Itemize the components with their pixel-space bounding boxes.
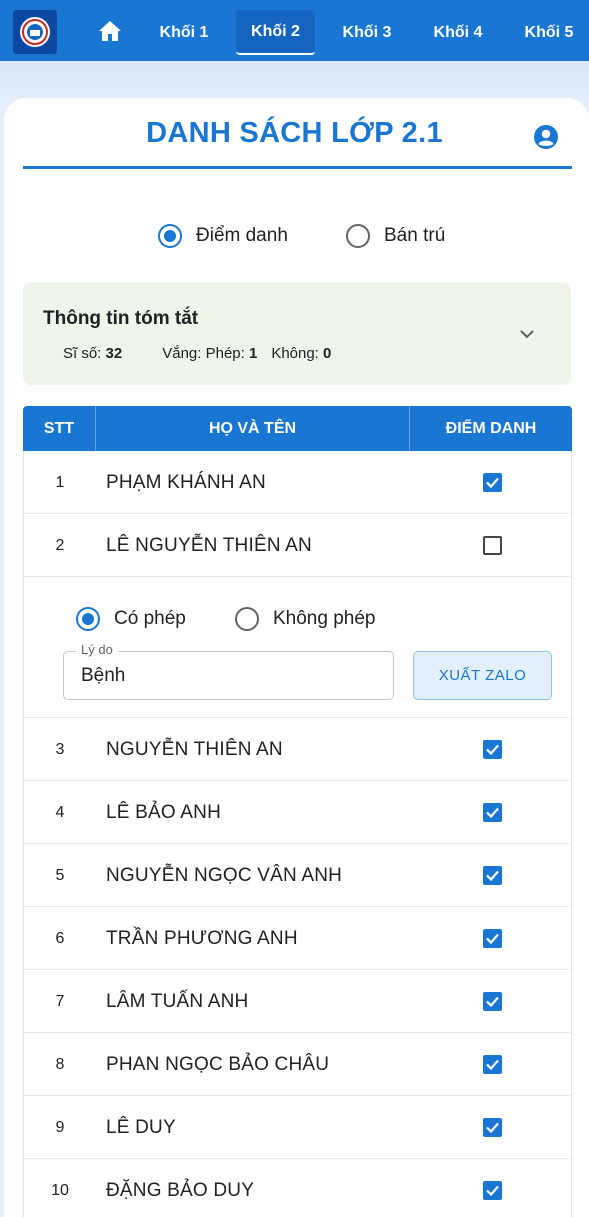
- radio-unselected-icon: [235, 607, 259, 631]
- radio-selected-icon: [158, 224, 182, 248]
- si-so-label: Sĩ số:: [63, 345, 102, 362]
- row-stt: 9: [55, 1118, 65, 1136]
- table-row: 8 PHAN NGỌC BẢO CHÂU: [24, 1033, 571, 1096]
- checkbox-checked-icon[interactable]: [483, 1118, 502, 1137]
- reason-label: Lý do: [76, 642, 118, 657]
- export-zalo-button[interactable]: XUẤT ZALO: [413, 651, 552, 700]
- row-student-name: NGUYỄN THIÊN AN: [106, 738, 283, 760]
- table-row: 5 NGUYỄN NGỌC VÂN ANH: [24, 844, 571, 907]
- tab-khoi-1[interactable]: Khối 1: [147, 10, 221, 55]
- radio-label: Có phép: [114, 608, 186, 629]
- checkbox-checked-icon[interactable]: [483, 740, 502, 759]
- row-stt: 5: [55, 866, 65, 884]
- phep-label: Phép:: [205, 345, 245, 362]
- radio-khong-phep[interactable]: Không phép: [235, 607, 376, 631]
- radio-co-phep[interactable]: Có phép: [76, 607, 186, 631]
- table-row: 7 LÂM TUẤN ANH: [24, 970, 571, 1033]
- row-stt: 8: [55, 1055, 65, 1073]
- row-stt: 6: [55, 929, 65, 947]
- checkbox-checked-icon[interactable]: [483, 866, 502, 885]
- checkbox-checked-icon[interactable]: [483, 803, 502, 822]
- checkbox-checked-icon[interactable]: [483, 1181, 502, 1200]
- radio-label: Không phép: [273, 608, 376, 629]
- school-logo-icon[interactable]: [13, 10, 57, 54]
- row-stt: 3: [55, 740, 65, 758]
- row-student-name: LÊ DUY: [106, 1116, 176, 1138]
- table-row: 10 ĐẶNG BẢO DUY: [24, 1159, 571, 1217]
- radio-label: Điểm danh: [196, 225, 288, 246]
- table-row: 1 PHẠM KHÁNH AN: [24, 451, 571, 514]
- absence-panel: Có phép Không phép Lý do Bệnh XUẤT ZALO: [24, 577, 571, 718]
- row-student-name: LÊ BẢO ANH: [106, 801, 221, 823]
- reason-value: Bệnh: [81, 665, 126, 686]
- phep-value: 1: [248, 345, 258, 362]
- row-student-name: LÊ NGUYỄN THIÊN AN: [106, 534, 312, 556]
- chevron-down-icon[interactable]: [517, 324, 537, 344]
- checkbox-checked-icon[interactable]: [483, 1055, 502, 1074]
- table-row: 6 TRẦN PHƯƠNG ANH: [24, 907, 571, 970]
- header-attendance: ĐIỂM DANH: [445, 419, 537, 437]
- row-student-name: LÂM TUẤN ANH: [106, 990, 249, 1012]
- summary-stats: Sĩ số: 32 Vắng: Phép: 1 Không: 0: [63, 345, 331, 362]
- vang-label: Vắng:: [162, 345, 202, 362]
- table-header: STT HỌ VÀ TÊN ĐIỂM DANH: [23, 406, 572, 451]
- header-name: HỌ VÀ TÊN: [208, 419, 297, 437]
- radio-selected-icon: [76, 607, 100, 631]
- title-divider: [23, 166, 572, 169]
- radio-label: Bán trú: [384, 225, 446, 246]
- table-row: 2 LÊ NGUYỄN THIÊN AN: [24, 514, 571, 577]
- tab-khoi-3[interactable]: Khối 3: [330, 10, 404, 55]
- row-stt: 2: [55, 536, 65, 554]
- header-stt: STT: [43, 419, 75, 437]
- account-icon[interactable]: [533, 124, 559, 150]
- summary-title: Thông tin tóm tắt: [43, 308, 199, 329]
- page-title: DANH SÁCH LỚP 2.1: [146, 117, 443, 149]
- row-stt: 4: [55, 803, 65, 821]
- row-stt: 1: [55, 473, 65, 491]
- checkbox-unchecked-icon[interactable]: [483, 536, 502, 555]
- checkbox-checked-icon[interactable]: [483, 473, 502, 492]
- row-student-name: PHAN NGỌC BẢO CHÂU: [106, 1053, 330, 1075]
- tab-khoi-4[interactable]: Khối 4: [421, 10, 495, 55]
- checkbox-checked-icon[interactable]: [483, 929, 502, 948]
- row-student-name: ĐẶNG BẢO DUY: [106, 1179, 255, 1201]
- table-row: 3 NGUYỄN THIÊN AN: [24, 718, 571, 781]
- row-stt: 7: [55, 992, 65, 1010]
- checkbox-checked-icon[interactable]: [483, 992, 502, 1011]
- student-table: Có phép Không phép Lý do Bệnh XUẤT ZALO …: [23, 451, 572, 1217]
- row-student-name: PHẠM KHÁNH AN: [106, 471, 266, 493]
- radio-ban-tru[interactable]: Bán trú: [346, 224, 445, 248]
- row-student-name: NGUYỄN NGỌC VÂN ANH: [106, 864, 343, 886]
- radio-unselected-icon: [346, 224, 370, 248]
- khong-value: 0: [323, 345, 332, 362]
- radio-diem-danh[interactable]: Điểm danh: [158, 224, 288, 248]
- tab-khoi-5[interactable]: Khối 5: [512, 10, 586, 55]
- top-nav: Khối 1 Khối 2 Khối 3 Khối 4 Khối 5: [0, 0, 589, 61]
- si-so-value: 32: [105, 345, 123, 362]
- table-row: 4 LÊ BẢO ANH: [24, 781, 571, 844]
- row-student-name: TRẦN PHƯƠNG ANH: [106, 927, 298, 949]
- row-stt: 10: [51, 1181, 69, 1199]
- khong-label: Không:: [271, 345, 319, 362]
- table-row: 9 LÊ DUY: [24, 1096, 571, 1159]
- tab-khoi-2[interactable]: Khối 2: [236, 10, 315, 55]
- home-icon[interactable]: [96, 18, 124, 44]
- summary-panel[interactable]: Thông tin tóm tắt Sĩ số: 32 Vắng: Phép: …: [23, 282, 571, 385]
- reason-field[interactable]: Lý do Bệnh: [63, 642, 394, 700]
